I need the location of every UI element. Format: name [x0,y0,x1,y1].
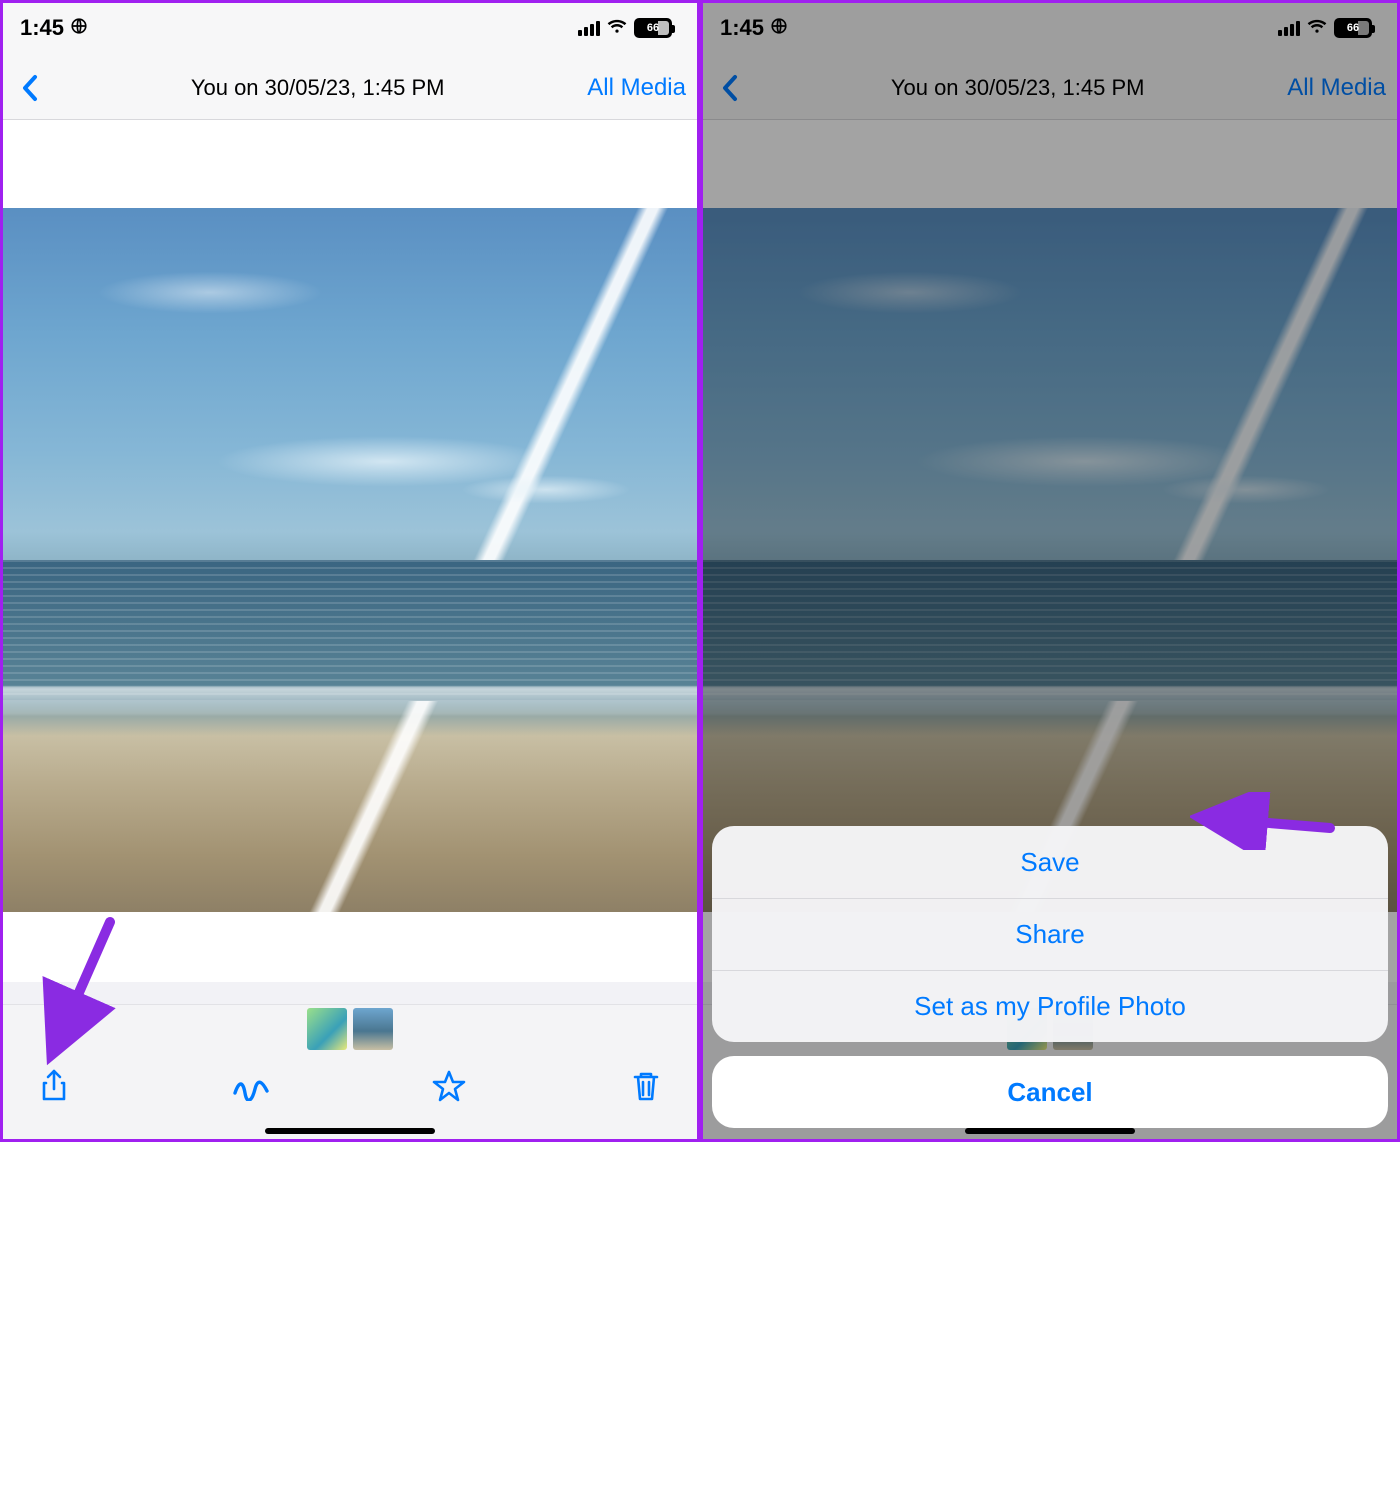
thumbnail-2[interactable] [353,1008,393,1050]
share-button[interactable] [34,1066,74,1106]
draw-button[interactable] [231,1066,271,1106]
phone-screen-right: 1:45 [700,0,1400,1142]
sheet-share-button[interactable]: Share [712,898,1388,970]
photo-image [0,208,700,912]
thumbnail-1[interactable] [307,1008,347,1050]
all-media-link[interactable]: All Media [587,74,686,102]
phone-screen-left: 1:45 [0,0,700,1142]
battery-icon: 66 [634,18,672,38]
thumbnail-strip[interactable] [0,1004,700,1052]
status-time: 1:45 [20,15,64,41]
sheet-save-button[interactable]: Save [712,826,1388,898]
wifi-icon [606,18,628,39]
action-sheet: Save Share Set as my Profile Photo Cance… [712,826,1388,1128]
nav-title: You on 30/05/23, 1:45 PM [191,75,445,101]
status-bar: 1:45 [0,0,700,56]
nav-header: You on 30/05/23, 1:45 PM All Media [0,56,700,120]
back-button[interactable] [14,73,48,103]
home-indicator[interactable] [265,1128,435,1134]
sheet-set-profile-button[interactable]: Set as my Profile Photo [712,970,1388,1042]
sheet-cancel-button[interactable]: Cancel [712,1056,1388,1128]
globe-icon [70,17,88,40]
star-button[interactable] [429,1066,469,1106]
trash-button[interactable] [626,1066,666,1106]
photo-viewport[interactable] [0,120,700,982]
cellular-signal-icon [578,21,600,36]
